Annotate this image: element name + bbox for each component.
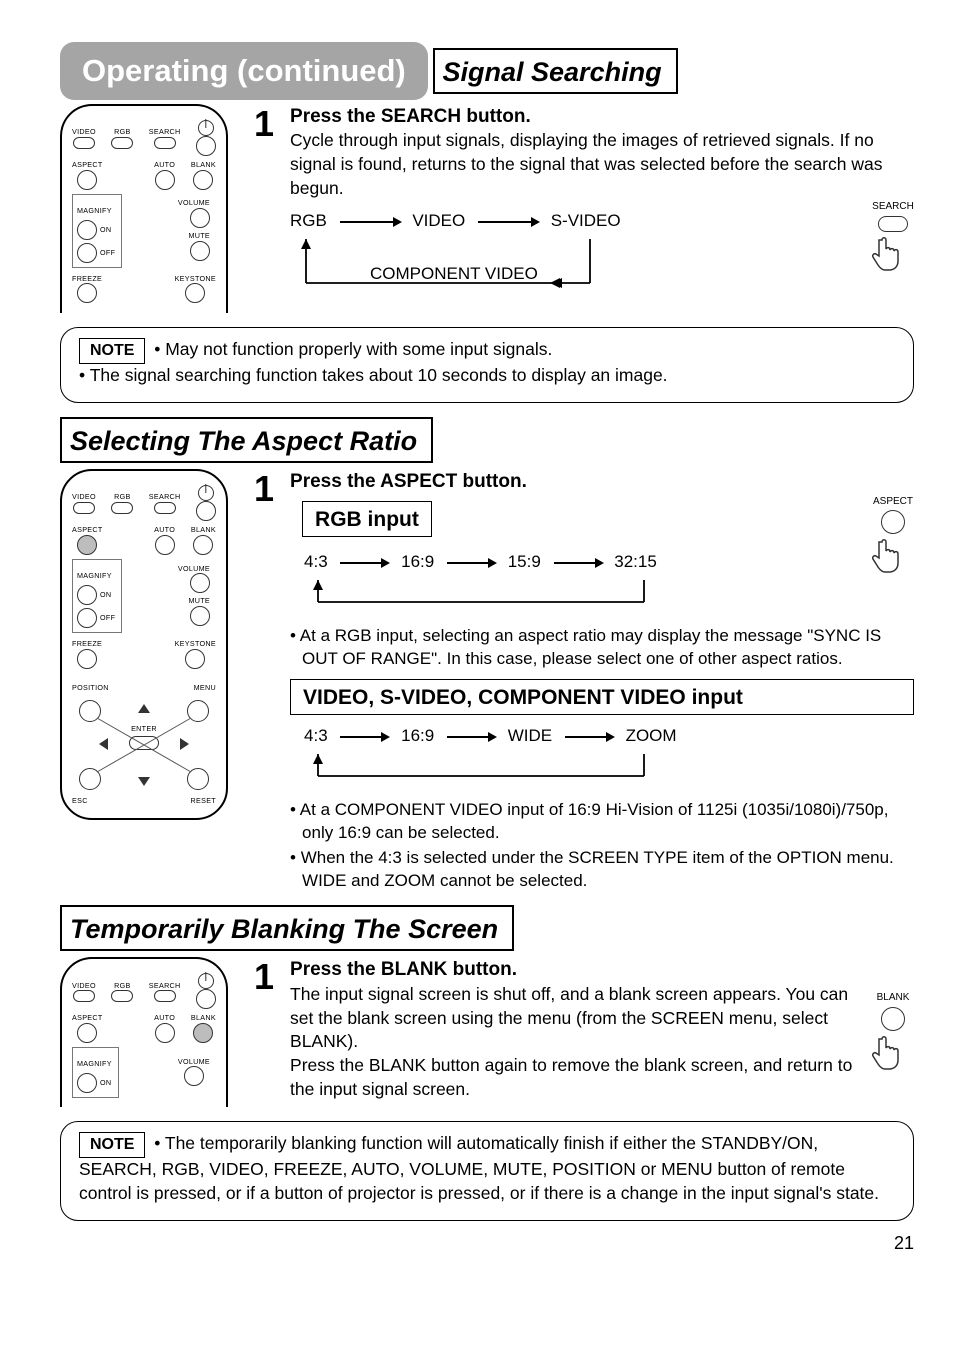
rc-btn-blank (193, 170, 213, 190)
rc-btn-power (196, 136, 216, 156)
rc-btn-video (73, 137, 95, 149)
rc-label-aspect: ASPECT (72, 160, 103, 170)
rc-off-label: OFF (100, 248, 115, 258)
rc-label-keystone: KEYSTONE (175, 274, 216, 284)
step-number: 1 (254, 469, 274, 895)
rc-btn-aspect-active (77, 535, 97, 555)
rc-btn-search (154, 137, 176, 149)
press-blank-diagram: BLANK (872, 991, 914, 1101)
loopback-icon (290, 580, 650, 612)
rc-label-blank: BLANK (191, 160, 216, 170)
rc-label-search: SEARCH (149, 127, 181, 137)
rc-btn-rgb (111, 137, 133, 149)
note-box-blank: NOTE • The temporarily blanking function… (60, 1121, 914, 1220)
rc-label-magnify: MAGNIFY (77, 206, 112, 215)
arrow-icon (340, 551, 388, 574)
arrow-icon (340, 210, 400, 233)
arrow-icon (478, 210, 538, 233)
note-badge: NOTE (79, 338, 145, 364)
rc-btn-aspect (77, 170, 97, 190)
rgb-flow: 4:3 16:9 15:9 32:15 (290, 551, 852, 574)
signal-flow-diagram: RGB VIDEO S-VIDEO (290, 210, 852, 233)
rc-btn-mute (190, 241, 210, 261)
blank-body-2: Press the BLANK button again to remove t… (290, 1054, 860, 1101)
rc-label-auto: AUTO (154, 160, 175, 170)
rgb-bullet: At a RGB input, selecting an aspect rati… (290, 625, 914, 671)
step-heading: Press the SEARCH button. (290, 104, 914, 130)
hand-pointer-icon (872, 535, 914, 573)
flow-loopback-icon: COMPONENT VIDEO (290, 239, 610, 295)
press-aspect-diagram: ASPECT (872, 495, 914, 580)
remote-control-diagram-full: VIDEO RGB SEARCH ASPECT AUTO BLANK MAGNI… (60, 469, 228, 820)
remote-control-diagram: VIDEO RGB SEARCH ASPECT AUTO BLANK MAGNI… (60, 104, 228, 313)
thumb-label: SEARCH (872, 200, 914, 214)
note-text: The temporarily blanking function will a… (79, 1133, 879, 1203)
thumb-btn-icon (878, 216, 908, 232)
rc-power-icon (198, 120, 214, 136)
arrow-icon (340, 725, 388, 748)
rc-btn-mag-off (77, 243, 97, 263)
rc-label-menu: MENU (194, 683, 216, 693)
step-heading: Press the BLANK button. (290, 957, 860, 983)
rc-btn-volume (190, 208, 210, 228)
rc-btn-auto (155, 170, 175, 190)
hand-pointer-icon (872, 233, 914, 271)
rc-btn-blank-active (193, 1023, 213, 1043)
rc-label-reset: RESET (191, 796, 216, 806)
step-body: Cycle through input signals, displaying … (290, 129, 914, 200)
page-title-bar: Operating (continued) (60, 42, 428, 100)
rc-label-esc: ESC (72, 796, 88, 806)
rc-btn-freeze (77, 283, 97, 303)
flow-video: VIDEO (412, 210, 465, 233)
arrow-icon (554, 551, 602, 574)
arrow-icon (447, 551, 495, 574)
arrow-icon (565, 725, 613, 748)
step-number: 1 (254, 957, 274, 1101)
heading-signal-searching: Signal Searching (433, 48, 678, 94)
rc-btn-keystone (185, 283, 205, 303)
rc-btn-mag-on (77, 220, 97, 240)
video-flow: 4:3 16:9 WIDE ZOOM (290, 725, 914, 748)
rc-label-position: POSITION (72, 683, 109, 693)
step-number: 1 (254, 104, 274, 302)
rgb-input-header: RGB input (302, 501, 432, 537)
video-bullet-2: When the 4:3 is selected under the SCREE… (290, 847, 914, 893)
rc-label-mute: MUTE (188, 231, 210, 241)
flow-svideo: S-VIDEO (551, 210, 621, 233)
step-heading: Press the ASPECT button. (290, 469, 914, 495)
rc-label-rgb: RGB (114, 127, 130, 137)
hand-pointer-icon (872, 1032, 914, 1070)
remote-control-diagram-blank: VIDEO RGB SEARCH ASPECT AUTO BLANK MAGNI… (60, 957, 228, 1107)
flow-component: COMPONENT VIDEO (370, 264, 538, 283)
note-text-1: May not function properly with some inpu… (165, 339, 552, 359)
note-text-2: The signal searching function takes abou… (90, 365, 668, 385)
loopback-icon (290, 754, 650, 786)
arrow-icon (447, 725, 495, 748)
rc-label-volume: VOLUME (178, 198, 210, 208)
video-bullet-1: At a COMPONENT VIDEO input of 16:9 Hi-Vi… (290, 799, 914, 845)
rc-label-freeze: FREEZE (72, 274, 102, 284)
rc-on-label: ON (100, 225, 111, 235)
rc-label-video: VIDEO (72, 127, 96, 137)
press-search-diagram: SEARCH (872, 200, 914, 277)
video-input-header: VIDEO, S-VIDEO, COMPONENT VIDEO input (290, 679, 914, 715)
page-number: 21 (60, 1231, 914, 1255)
note-box-signal: NOTE • May not function properly with so… (60, 327, 914, 403)
dpad-icon: ENTER (79, 700, 209, 790)
heading-aspect-ratio: Selecting The Aspect Ratio (60, 417, 433, 463)
flow-rgb: RGB (290, 210, 327, 233)
heading-blanking: Temporarily Blanking The Screen (60, 905, 514, 951)
blank-body-1: The input signal screen is shut off, and… (290, 983, 860, 1054)
note-badge: NOTE (79, 1132, 145, 1158)
